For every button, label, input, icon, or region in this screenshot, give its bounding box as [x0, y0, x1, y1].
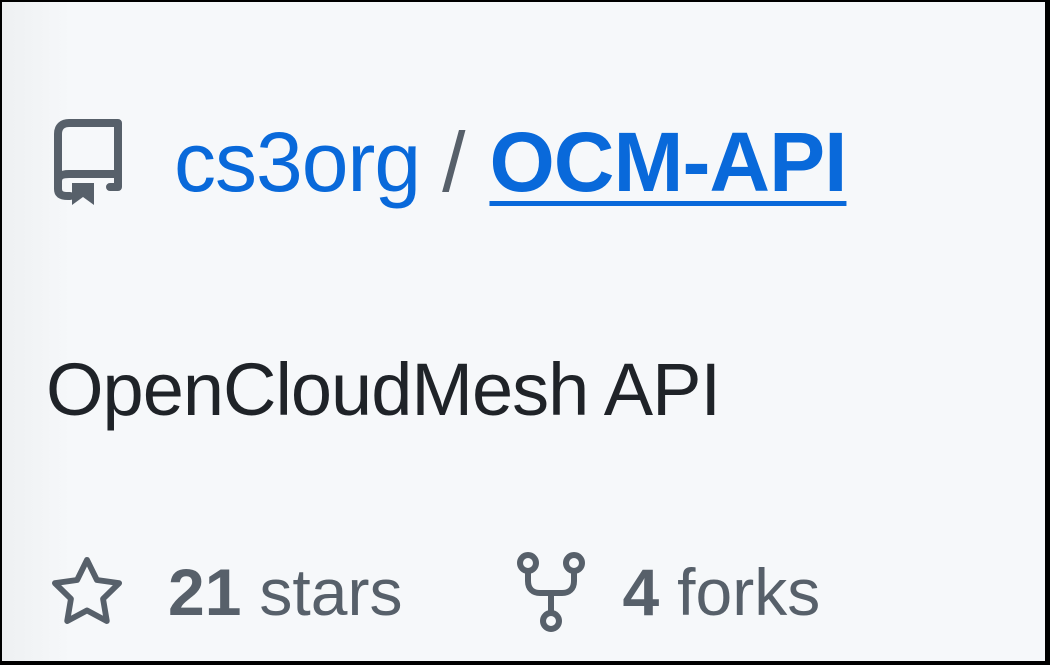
repo-owner-link[interactable]: cs3org — [174, 114, 421, 211]
repo-forked-icon — [510, 551, 592, 633]
repo-icon — [54, 119, 122, 205]
repo-name-link[interactable]: OCM-API — [489, 114, 847, 211]
stars-link[interactable]: 21 stars — [46, 551, 402, 633]
star-icon — [46, 551, 128, 633]
repo-description: OpenCloudMesh API — [46, 348, 721, 431]
forks-label: forks — [677, 555, 821, 629]
forks-link[interactable]: 4 forks — [510, 551, 820, 633]
owner-repo-separator: / — [442, 114, 466, 209]
forks-count: 4 — [622, 555, 660, 629]
stars-count: 21 — [168, 555, 242, 629]
repo-stats: 21 stars 4 forks — [46, 547, 820, 637]
repo-title: cs3org / OCM-API — [54, 112, 847, 212]
stars-label: stars — [259, 555, 403, 629]
repo-card: cs3org / OCM-API OpenCloudMesh API 21 st… — [2, 2, 1045, 661]
